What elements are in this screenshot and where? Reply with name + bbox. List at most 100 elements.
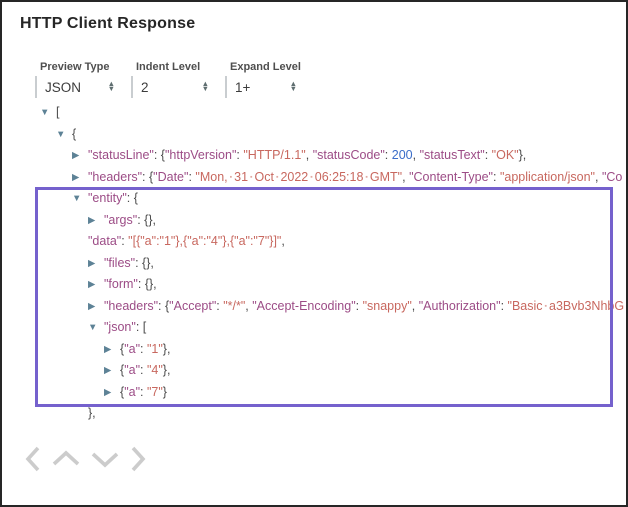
tree-row: "data": "[{"a":"1"},{"a":"4"},{"a":"7"}]… xyxy=(2,231,628,253)
json-token-key: "headers" xyxy=(104,299,158,313)
http-client-response-panel: HTTP Client Response Preview Type JSON ▲… xyxy=(0,0,628,507)
json-token-punct: [ xyxy=(56,105,59,119)
expand-triangle-icon[interactable]: ▶ xyxy=(72,145,88,167)
indent-level-value: 2 xyxy=(141,80,149,95)
expand-triangle-icon[interactable]: ▶ xyxy=(88,253,104,275)
json-token-str: "*/*" xyxy=(223,299,245,313)
tree-row: ▶"args": {}, xyxy=(2,210,628,232)
expand-triangle-icon[interactable]: ▶ xyxy=(88,296,104,318)
expand-triangle-icon[interactable]: ▶ xyxy=(104,360,120,382)
indent-level-select[interactable]: 2 ▲▼ xyxy=(131,76,213,98)
stepper-arrows-icon[interactable]: ▲▼ xyxy=(202,82,209,91)
json-token-punct: : xyxy=(501,299,508,313)
json-token-punct: , xyxy=(412,299,419,313)
json-token-key: "form" xyxy=(104,277,138,291)
json-token-punct: }, xyxy=(88,406,96,420)
expand-triangle-icon[interactable]: ▶ xyxy=(72,167,88,189)
json-token-punct: : { xyxy=(158,299,169,313)
json-token-key: "data" xyxy=(88,234,121,248)
tree-row: ▶"form": {}, xyxy=(2,274,628,296)
json-token-str: "Basic xyxy=(508,299,543,313)
json-token-punct: : xyxy=(140,342,147,356)
json-token-str: "OK" xyxy=(492,148,519,162)
json-token-punct: , xyxy=(281,234,284,248)
json-token-key: "Authorization" xyxy=(419,299,501,313)
tree-row: ▶{"a": "4"}, xyxy=(2,360,628,382)
json-token-punct: } xyxy=(163,385,167,399)
collapse-triangle-icon[interactable]: ▼ xyxy=(56,124,72,146)
json-token-key: "Accept-Encoding" xyxy=(252,299,355,313)
json-token-key: "httpVersion" xyxy=(165,148,236,162)
json-token-punct: : { xyxy=(142,170,153,184)
tree-row: ▶{"a": "7"} xyxy=(2,382,628,404)
json-token-punct: }, xyxy=(519,148,527,162)
preview-type-select[interactable]: JSON ▲▼ xyxy=(35,76,119,98)
json-token-str: a3Bvb3NhbG xyxy=(549,299,624,313)
json-token-punct: , xyxy=(306,148,313,162)
json-tree: ▼[▼{▶"statusLine": {"httpVersion": "HTTP… xyxy=(2,102,628,425)
stepper-arrows-icon[interactable]: ▲▼ xyxy=(290,82,297,91)
tree-row: ▼"entity": { xyxy=(2,188,628,210)
preview-controls: Preview Type JSON ▲▼ Indent Level 2 ▲▼ E… xyxy=(35,61,301,98)
collapse-triangle-icon[interactable]: ▼ xyxy=(72,188,88,210)
tree-row: ▶{"a": "1"}, xyxy=(2,339,628,361)
json-token-str: GMT" xyxy=(370,170,402,184)
collapse-triangle-icon[interactable]: ▼ xyxy=(88,317,104,339)
json-token-str: Oct xyxy=(255,170,274,184)
json-token-str: "Mon, xyxy=(195,170,227,184)
chevron-down-icon[interactable] xyxy=(90,445,120,473)
json-token-str: 06:25:18 xyxy=(315,170,364,184)
json-token-punct: : {}, xyxy=(138,277,157,291)
tree-row: ▶"files": {}, xyxy=(2,253,628,275)
expand-level-select[interactable]: 1+ ▲▼ xyxy=(225,76,301,98)
json-token-punct: , xyxy=(413,148,420,162)
json-token-str: "snappy" xyxy=(363,299,412,313)
preview-navigation xyxy=(24,445,147,473)
json-token-punct: }, xyxy=(163,363,171,377)
json-token-str: 2022 xyxy=(280,170,308,184)
expand-triangle-icon[interactable]: ▶ xyxy=(104,382,120,404)
json-token-key: "statusText" xyxy=(420,148,485,162)
indent-level-label: Indent Level xyxy=(131,61,213,73)
json-token-str: 31 xyxy=(234,170,248,184)
expand-triangle-icon[interactable]: ▶ xyxy=(88,274,104,296)
chevron-right-icon[interactable] xyxy=(129,445,147,473)
json-token-punct: }, xyxy=(163,342,171,356)
json-token-punct: : xyxy=(493,170,500,184)
json-token-num: 200 xyxy=(392,148,413,162)
chevron-left-icon[interactable] xyxy=(24,445,42,473)
json-token-punct: : {}, xyxy=(137,213,156,227)
json-token-key: "json" xyxy=(104,320,136,334)
json-token-str: "application/json" xyxy=(500,170,595,184)
json-token-punct: , xyxy=(595,170,602,184)
json-token-key: "files" xyxy=(104,256,135,270)
json-token-str: "7" xyxy=(147,385,163,399)
preview-type-value: JSON xyxy=(45,80,81,95)
tree-row: }, xyxy=(2,403,628,425)
chevron-up-icon[interactable] xyxy=(51,445,81,473)
json-token-str: "HTTP/1.1" xyxy=(243,148,305,162)
json-token-key: "headers" xyxy=(88,170,142,184)
json-token-punct: : [ xyxy=(136,320,146,334)
tree-row: ▶"headers": {"Date": "Mon,▪31▪Oct▪2022▪0… xyxy=(2,167,628,189)
json-token-punct: : xyxy=(356,299,363,313)
json-token-str: "1" xyxy=(147,342,163,356)
json-token-punct: { xyxy=(72,127,76,141)
expand-triangle-icon[interactable]: ▶ xyxy=(104,339,120,361)
json-token-str: "[{"a":"1"},{"a":"4"},{"a":"7"}]" xyxy=(128,234,281,248)
tree-row: ▶"statusLine": {"httpVersion": "HTTP/1.1… xyxy=(2,145,628,167)
json-token-punct: : xyxy=(140,385,147,399)
stepper-arrows-icon[interactable]: ▲▼ xyxy=(108,82,115,91)
json-token-punct: : {}, xyxy=(135,256,154,270)
page-title: HTTP Client Response xyxy=(20,15,195,33)
json-token-punct: : xyxy=(485,148,492,162)
json-token-key: "Content-Type" xyxy=(409,170,493,184)
tree-row: ▼{ xyxy=(2,124,628,146)
expand-triangle-icon[interactable]: ▶ xyxy=(88,210,104,232)
expand-level-label: Expand Level xyxy=(225,61,301,73)
json-token-key: "a" xyxy=(124,342,140,356)
json-token-key: "Accept" xyxy=(169,299,216,313)
collapse-triangle-icon[interactable]: ▼ xyxy=(40,102,56,124)
json-token-key: "Date" xyxy=(153,170,188,184)
json-token-punct: : xyxy=(385,148,392,162)
